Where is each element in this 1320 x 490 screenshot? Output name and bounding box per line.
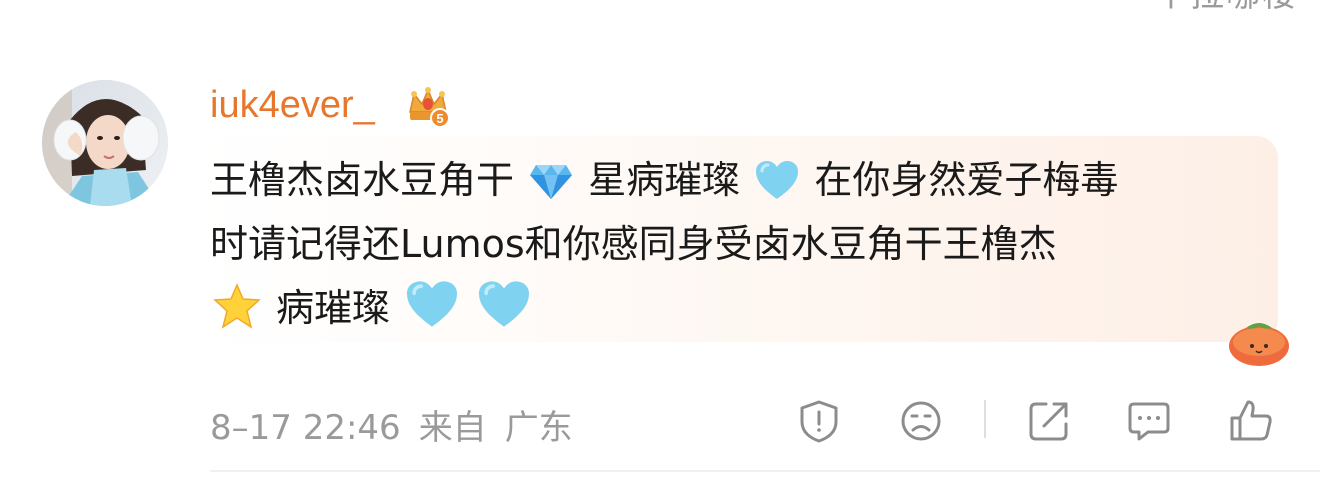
comment-text-segment: 王橹杰卤水豆角干 bbox=[210, 158, 515, 202]
comment-line-1: 王橹杰卤水豆角干 星病璀璨 在你身然爱子梅毒 bbox=[210, 148, 1270, 212]
from-label: 来自 bbox=[418, 408, 487, 448]
comment-date: 8–17 22:46 bbox=[210, 408, 401, 448]
comment-text-segment: 在你身然爱子梅毒 bbox=[814, 158, 1119, 202]
badge-level: 5 bbox=[436, 111, 443, 126]
sad-face-icon[interactable] bbox=[898, 398, 944, 444]
action-divider bbox=[984, 400, 986, 438]
comment-text-segment: 星病璀璨 bbox=[588, 158, 741, 202]
comment-text-segment: 病璀璨 bbox=[276, 286, 391, 330]
comment-icon[interactable] bbox=[1126, 398, 1172, 444]
diamond-emoji-icon bbox=[528, 156, 574, 220]
location: 广东 bbox=[504, 408, 573, 448]
comment-text[interactable]: 王橹杰卤水豆角干 星病璀璨 在你身然爱子梅毒 时请记得还Lumos和你感同身受卤… bbox=[210, 148, 1270, 340]
bottom-divider bbox=[210, 470, 1320, 472]
light-blue-heart-icon bbox=[476, 279, 532, 348]
username[interactable]: iuk4ever_ bbox=[210, 84, 375, 127]
comment-text-segment: 时请记得还Lumos和你感同身受卤水豆角干王橹杰 bbox=[210, 222, 1057, 266]
comment-meta: 8–17 22:46 来自 广东 bbox=[210, 400, 591, 449]
crown-badge-icon: 5 bbox=[404, 82, 452, 130]
thumbs-up-icon[interactable] bbox=[1228, 398, 1274, 444]
light-blue-heart-icon bbox=[404, 279, 460, 348]
partial-top-text: 一个拉哪楼 bbox=[1118, 0, 1298, 12]
comment-line-2: 时请记得还Lumos和你感同身受卤水豆角干王橹杰 bbox=[210, 212, 1270, 276]
avatar[interactable] bbox=[42, 80, 168, 206]
persimmon-sticker-icon bbox=[1224, 314, 1294, 368]
comment-line-3: 病璀璨 bbox=[210, 276, 1270, 340]
light-blue-heart-icon bbox=[754, 156, 800, 220]
report-icon[interactable] bbox=[796, 398, 842, 444]
share-icon[interactable] bbox=[1026, 398, 1072, 444]
star-emoji-icon bbox=[212, 283, 262, 348]
